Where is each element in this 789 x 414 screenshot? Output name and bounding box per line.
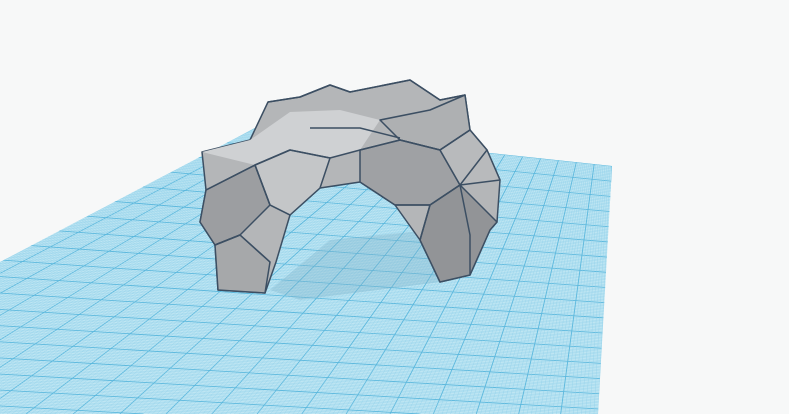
- scene: [0, 79, 612, 414]
- 3d-viewport[interactable]: [0, 0, 789, 414]
